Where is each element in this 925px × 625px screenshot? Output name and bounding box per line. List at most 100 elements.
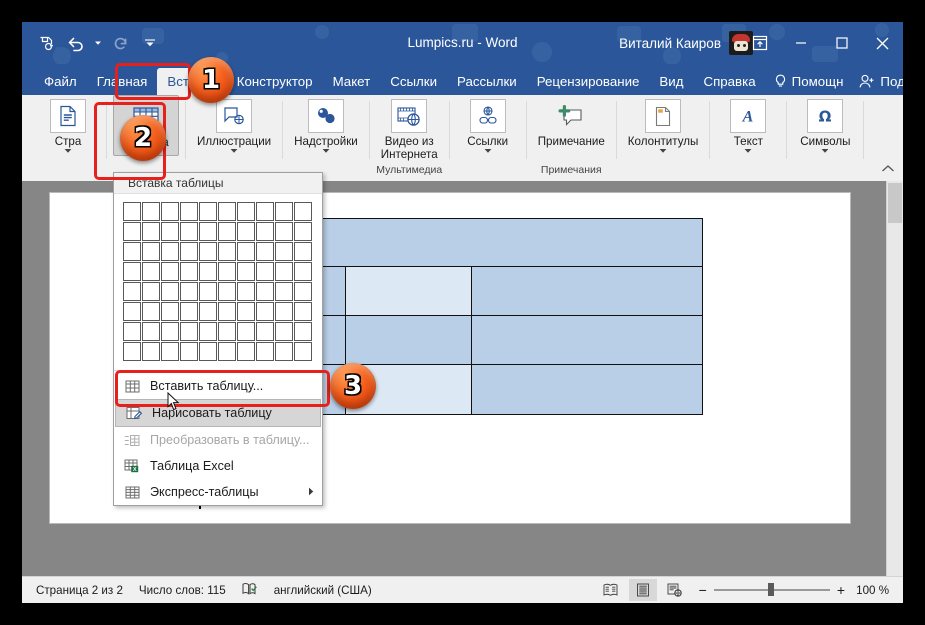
grid-cell[interactable] xyxy=(237,222,255,241)
grid-cell[interactable] xyxy=(199,222,217,241)
grid-cell[interactable] xyxy=(180,262,198,281)
grid-cell[interactable] xyxy=(275,342,293,361)
grid-cell[interactable] xyxy=(256,242,274,261)
illustrations-caret-icon[interactable] xyxy=(230,148,238,154)
save-sync-icon[interactable] xyxy=(32,30,60,56)
grid-cell[interactable] xyxy=(237,342,255,361)
table-cell[interactable] xyxy=(471,266,703,316)
grid-cell[interactable] xyxy=(161,262,179,281)
grid-cell[interactable] xyxy=(142,222,160,241)
tab-view[interactable]: Вид xyxy=(649,68,693,95)
ribbon-display-options-icon[interactable] xyxy=(740,22,780,64)
table-size-grid[interactable] xyxy=(114,194,322,368)
page-indicator[interactable]: Страница 2 из 2 xyxy=(36,584,123,597)
illustrations-button[interactable]: Иллюстрации xyxy=(192,95,276,154)
tab-home[interactable]: Главная xyxy=(87,68,158,95)
minimize-button[interactable] xyxy=(780,22,821,64)
grid-cell[interactable] xyxy=(199,262,217,281)
zoom-thumb[interactable] xyxy=(767,583,774,597)
grid-cell[interactable] xyxy=(199,202,217,221)
grid-cell[interactable] xyxy=(142,342,160,361)
table-cell[interactable] xyxy=(345,315,472,365)
undo-dropdown-caret-icon[interactable] xyxy=(92,30,104,56)
grid-cell[interactable] xyxy=(218,322,236,341)
grid-cell[interactable] xyxy=(275,202,293,221)
grid-cell[interactable] xyxy=(123,302,141,321)
web-layout-view-button[interactable] xyxy=(661,579,689,601)
grid-cell[interactable] xyxy=(123,282,141,301)
grid-cell[interactable] xyxy=(180,302,198,321)
grid-cell[interactable] xyxy=(123,222,141,241)
tab-design[interactable]: Конструктор xyxy=(227,68,323,95)
draw-table-item[interactable]: Нарисовать таблицу xyxy=(115,399,321,427)
grid-cell[interactable] xyxy=(275,262,293,281)
links-button[interactable]: Ссылки xyxy=(456,95,520,154)
grid-cell[interactable] xyxy=(275,302,293,321)
tell-me-box[interactable]: Помощн xyxy=(766,68,852,95)
proofing-icon[interactable] xyxy=(242,582,258,599)
read-mode-view-button[interactable] xyxy=(597,579,625,601)
grid-cell[interactable] xyxy=(294,262,312,281)
grid-cell[interactable] xyxy=(199,242,217,261)
grid-cell[interactable] xyxy=(161,202,179,221)
online-video-button[interactable]: Видео из Интернета xyxy=(376,95,443,161)
maximize-button[interactable] xyxy=(821,22,862,64)
text-button[interactable]: A Текст xyxy=(716,95,780,154)
grid-cell[interactable] xyxy=(123,322,141,341)
grid-cell[interactable] xyxy=(218,282,236,301)
grid-cell[interactable] xyxy=(123,262,141,281)
grid-cell[interactable] xyxy=(218,202,236,221)
vertical-scrollbar[interactable] xyxy=(886,181,903,577)
grid-cell[interactable] xyxy=(180,242,198,261)
table-cell[interactable] xyxy=(471,315,703,365)
grid-cell[interactable] xyxy=(256,342,274,361)
grid-cell[interactable] xyxy=(256,322,274,341)
links-caret-icon[interactable] xyxy=(484,148,492,154)
language-indicator[interactable]: английский (США) xyxy=(274,584,372,597)
zoom-slider[interactable]: − + xyxy=(699,582,845,598)
comment-button[interactable]: Примечание xyxy=(533,95,610,148)
grid-cell[interactable] xyxy=(161,302,179,321)
tab-mailings[interactable]: Рассылки xyxy=(447,68,527,95)
grid-cell[interactable] xyxy=(161,322,179,341)
grid-cell[interactable] xyxy=(161,242,179,261)
grid-cell[interactable] xyxy=(256,262,274,281)
grid-cell[interactable] xyxy=(218,302,236,321)
grid-cell[interactable] xyxy=(275,242,293,261)
headers-footers-caret-icon[interactable] xyxy=(659,148,667,154)
grid-cell[interactable] xyxy=(199,322,217,341)
addins-button[interactable]: Надстройки xyxy=(289,95,363,154)
grid-cell[interactable] xyxy=(237,242,255,261)
grid-cell[interactable] xyxy=(256,282,274,301)
share-button[interactable]: Поделиться xyxy=(851,68,903,95)
table-cell[interactable] xyxy=(471,364,703,415)
insert-table-item[interactable]: Вставить таблицу... xyxy=(114,373,322,399)
addins-caret-icon[interactable] xyxy=(322,148,330,154)
scrollbar-thumb[interactable] xyxy=(888,183,902,223)
grid-cell[interactable] xyxy=(275,322,293,341)
grid-cell[interactable] xyxy=(275,222,293,241)
grid-cell[interactable] xyxy=(142,302,160,321)
word-count[interactable]: Число слов: 115 xyxy=(139,584,226,597)
tab-review[interactable]: Рецензирование xyxy=(527,68,650,95)
grid-cell[interactable] xyxy=(142,282,160,301)
undo-icon[interactable] xyxy=(62,30,90,56)
grid-cell[interactable] xyxy=(218,342,236,361)
grid-cell[interactable] xyxy=(275,282,293,301)
grid-cell[interactable] xyxy=(180,202,198,221)
grid-cell[interactable] xyxy=(180,282,198,301)
grid-cell[interactable] xyxy=(294,222,312,241)
grid-cell[interactable] xyxy=(180,342,198,361)
grid-cell[interactable] xyxy=(180,222,198,241)
pages-button[interactable]: Стра xyxy=(36,95,100,154)
grid-cell[interactable] xyxy=(294,342,312,361)
grid-cell[interactable] xyxy=(142,242,160,261)
headers-footers-button[interactable]: Колонтитулы xyxy=(623,95,704,154)
grid-cell[interactable] xyxy=(199,302,217,321)
grid-cell[interactable] xyxy=(161,342,179,361)
grid-cell[interactable] xyxy=(256,202,274,221)
grid-cell[interactable] xyxy=(123,342,141,361)
symbols-button[interactable]: Ω Символы xyxy=(793,95,857,154)
grid-cell[interactable] xyxy=(123,242,141,261)
grid-cell[interactable] xyxy=(199,342,217,361)
